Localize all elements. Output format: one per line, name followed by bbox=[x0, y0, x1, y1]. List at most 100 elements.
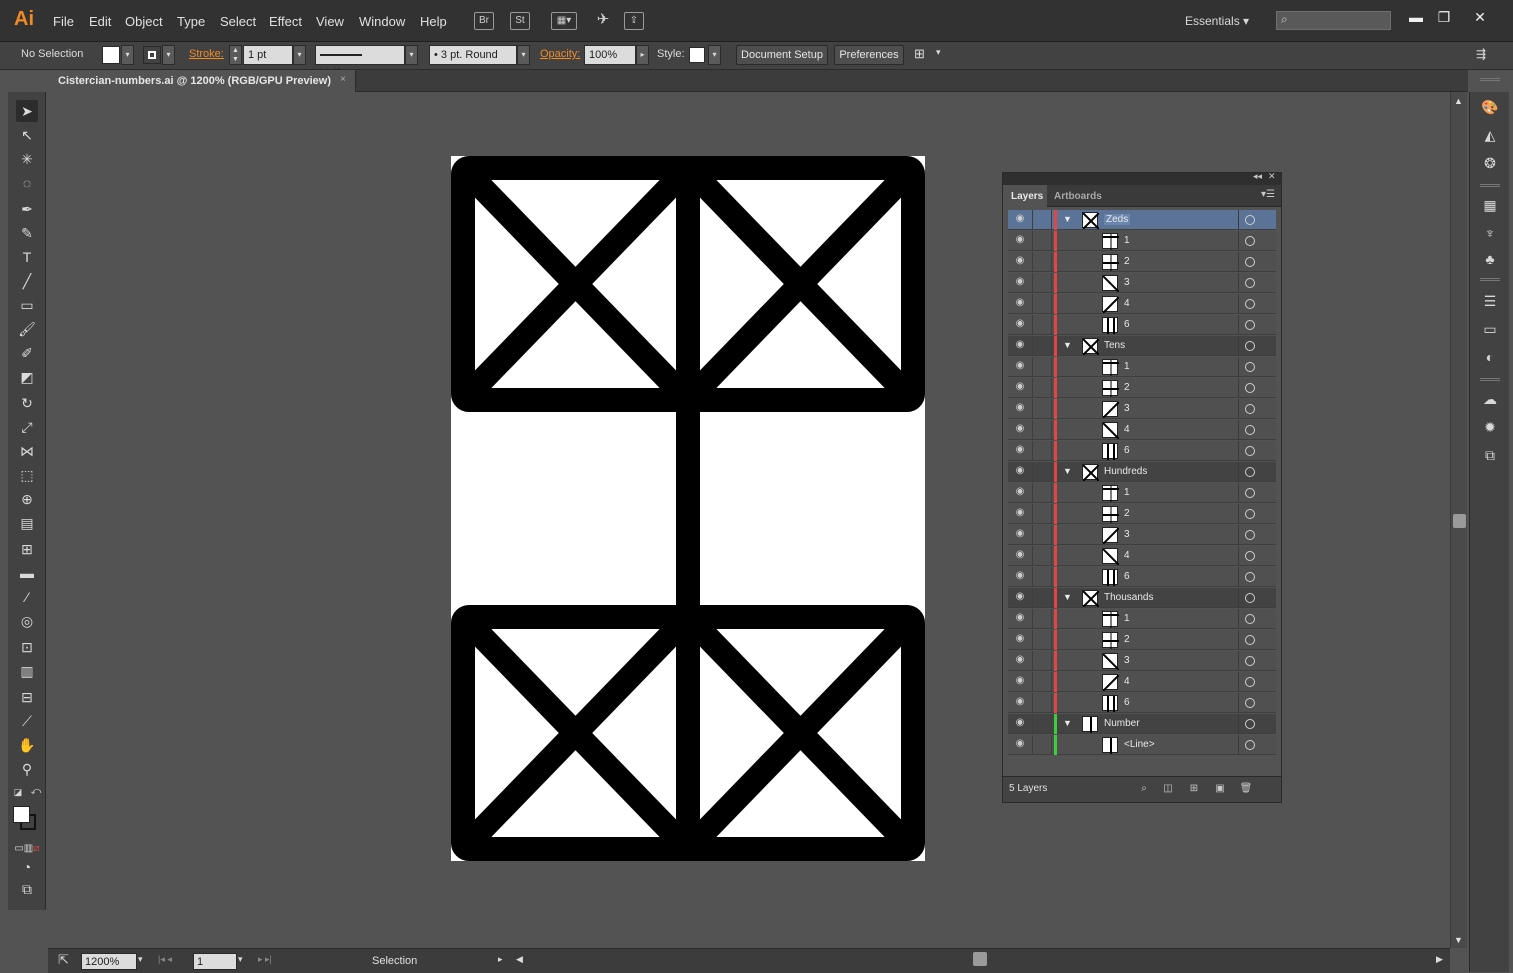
close-window-button[interactable]: ✕ bbox=[1468, 8, 1492, 26]
layer-row[interactable]: ◉ ▼ Hundreds bbox=[1008, 462, 1276, 482]
menu-type[interactable]: Type bbox=[177, 14, 205, 29]
brush-definition[interactable]: • 3 pt. Round bbox=[429, 45, 517, 65]
fill-dropdown[interactable]: ▾ bbox=[121, 45, 134, 65]
curvature-tool-icon[interactable]: ✎ bbox=[16, 222, 38, 244]
target-circle-icon[interactable] bbox=[1245, 299, 1255, 309]
stroke-weight-field[interactable]: 1 pt bbox=[243, 45, 293, 65]
expand-triangle-icon[interactable]: ▼ bbox=[1063, 592, 1072, 602]
target-circle-icon[interactable] bbox=[1245, 530, 1255, 540]
screen-mode-icon[interactable]: ⧉ bbox=[16, 878, 38, 900]
lock-toggle[interactable] bbox=[1032, 357, 1052, 377]
lock-toggle[interactable] bbox=[1032, 714, 1052, 734]
lasso-tool-icon[interactable]: ◌ bbox=[16, 172, 38, 194]
scroll-right-icon[interactable]: ▶ bbox=[1436, 954, 1443, 965]
layer-name[interactable]: 3 bbox=[1124, 277, 1130, 288]
sublayer-row[interactable]: ◉ 1 bbox=[1008, 231, 1276, 251]
search-input[interactable] bbox=[1276, 11, 1391, 30]
panel-titlebar[interactable]: ◂◂ ✕ bbox=[1003, 171, 1281, 185]
layer-name[interactable]: 6 bbox=[1124, 571, 1130, 582]
perspective-grid-tool-icon[interactable]: ▤ bbox=[16, 512, 38, 534]
lock-toggle[interactable] bbox=[1032, 462, 1052, 482]
shape-builder-tool-icon[interactable]: ⊕ bbox=[16, 488, 38, 510]
gpu-performance-icon[interactable]: ✈ bbox=[593, 12, 613, 30]
target-circle-icon[interactable] bbox=[1245, 425, 1255, 435]
create-new-layer-icon[interactable]: ▣ bbox=[1213, 782, 1227, 796]
visibility-eye-icon[interactable]: ◉ bbox=[1013, 277, 1027, 287]
asset-export-icon[interactable]: ✹ bbox=[1479, 416, 1501, 438]
target-circle-icon[interactable] bbox=[1245, 236, 1255, 246]
width-tool-icon[interactable]: ⋈ bbox=[16, 440, 38, 462]
sublayer-row[interactable]: ◉ 6 bbox=[1008, 315, 1276, 335]
type-tool-icon[interactable]: T bbox=[16, 246, 38, 268]
layer-name[interactable]: 6 bbox=[1124, 697, 1130, 708]
visibility-eye-icon[interactable]: ◉ bbox=[1013, 235, 1027, 245]
symbols-icon[interactable]: ♣ bbox=[1479, 248, 1501, 270]
lock-toggle[interactable] bbox=[1032, 609, 1052, 629]
opacity-slider-button[interactable]: ▸ bbox=[636, 45, 649, 65]
target-circle-icon[interactable] bbox=[1245, 488, 1255, 498]
visibility-eye-icon[interactable]: ◉ bbox=[1013, 508, 1027, 518]
vertical-scroll-thumb[interactable] bbox=[1453, 514, 1466, 528]
document-setup-button[interactable]: Document Setup bbox=[736, 45, 828, 65]
lock-toggle[interactable] bbox=[1032, 525, 1052, 545]
artboard-number-field[interactable]: 1 bbox=[193, 953, 237, 970]
lock-toggle[interactable] bbox=[1032, 693, 1052, 713]
sublayer-row[interactable]: ◉ 3 bbox=[1008, 525, 1276, 545]
arrange-documents-icon[interactable]: ▦▾ bbox=[551, 12, 577, 30]
selection-tool-icon[interactable]: ➤ bbox=[16, 100, 38, 122]
sublayer-row[interactable]: ◉ <Line> bbox=[1008, 735, 1276, 755]
horizontal-scroll-thumb[interactable] bbox=[973, 952, 987, 966]
lock-toggle[interactable] bbox=[1032, 294, 1052, 314]
arrange-dropdown-icon[interactable]: ▾ bbox=[936, 47, 941, 58]
variable-width-profile[interactable]: Uniform bbox=[315, 45, 405, 79]
zoom-dropdown-icon[interactable]: ▾ bbox=[138, 954, 143, 965]
sublayer-row[interactable]: ◉ 2 bbox=[1008, 504, 1276, 524]
dock-grip[interactable] bbox=[1480, 278, 1500, 281]
layer-name[interactable]: Thousands bbox=[1104, 592, 1153, 603]
first-artboard-icon[interactable]: |◂ ◂ bbox=[158, 954, 172, 965]
layer-name[interactable]: 3 bbox=[1124, 655, 1130, 666]
layer-row[interactable]: ◉ ▼ Tens bbox=[1008, 336, 1276, 356]
target-circle-icon[interactable] bbox=[1245, 719, 1255, 729]
visibility-eye-icon[interactable]: ◉ bbox=[1013, 445, 1027, 455]
layer-name[interactable]: 2 bbox=[1124, 256, 1130, 267]
sublayer-row[interactable]: ◉ 2 bbox=[1008, 630, 1276, 650]
eyedropper-tool-icon[interactable]: ⁄ bbox=[16, 586, 38, 608]
layer-name[interactable]: 4 bbox=[1124, 298, 1130, 309]
color-guide-icon[interactable]: ◭ bbox=[1479, 124, 1501, 146]
blend-tool-icon[interactable]: ◎ bbox=[16, 610, 38, 632]
lock-toggle[interactable] bbox=[1032, 630, 1052, 650]
target-circle-icon[interactable] bbox=[1245, 362, 1255, 372]
layer-name[interactable]: 4 bbox=[1124, 550, 1130, 561]
close-panel-icon[interactable]: ✕ bbox=[1268, 171, 1276, 182]
target-circle-icon[interactable] bbox=[1245, 278, 1255, 288]
layer-name[interactable]: 3 bbox=[1124, 403, 1130, 414]
menu-view[interactable]: View bbox=[316, 14, 344, 29]
target-circle-icon[interactable] bbox=[1245, 467, 1255, 477]
sublayer-row[interactable]: ◉ 4 bbox=[1008, 420, 1276, 440]
sublayer-row[interactable]: ◉ 1 bbox=[1008, 357, 1276, 377]
lock-toggle[interactable] bbox=[1032, 546, 1052, 566]
gradient-tool-icon[interactable]: ▬ bbox=[16, 562, 38, 584]
layer-name[interactable]: Hundreds bbox=[1104, 466, 1147, 477]
lock-toggle[interactable] bbox=[1032, 399, 1052, 419]
stroke-panel-link[interactable]: Stroke: bbox=[189, 48, 224, 60]
visibility-eye-icon[interactable]: ◉ bbox=[1013, 319, 1027, 329]
stroke-swatch[interactable] bbox=[143, 46, 161, 64]
workspace-switcher[interactable]: Essentials ▾ bbox=[1185, 14, 1249, 28]
appearance-icon[interactable]: ❂ bbox=[1479, 152, 1501, 174]
line-segment-tool-icon[interactable]: ╱ bbox=[16, 270, 38, 292]
visibility-eye-icon[interactable]: ◉ bbox=[1013, 550, 1027, 560]
eraser-tool-icon[interactable]: ◩ bbox=[16, 366, 38, 388]
visibility-eye-icon[interactable]: ◉ bbox=[1013, 361, 1027, 371]
lock-toggle[interactable] bbox=[1032, 483, 1052, 503]
make-clipping-mask-icon[interactable]: ◫ bbox=[1161, 782, 1175, 796]
creative-cloud-libraries-icon[interactable]: ☁ bbox=[1479, 388, 1501, 410]
scale-tool-icon[interactable]: ⤢ bbox=[16, 416, 38, 438]
layer-row[interactable]: ◉ ▼ Thousands bbox=[1008, 588, 1276, 608]
sync-settings-icon[interactable]: ⇪ bbox=[624, 12, 644, 30]
visibility-eye-icon[interactable]: ◉ bbox=[1013, 424, 1027, 434]
lock-toggle[interactable] bbox=[1032, 672, 1052, 692]
zoom-level-field[interactable]: 1200% bbox=[81, 953, 137, 970]
target-circle-icon[interactable] bbox=[1245, 593, 1255, 603]
